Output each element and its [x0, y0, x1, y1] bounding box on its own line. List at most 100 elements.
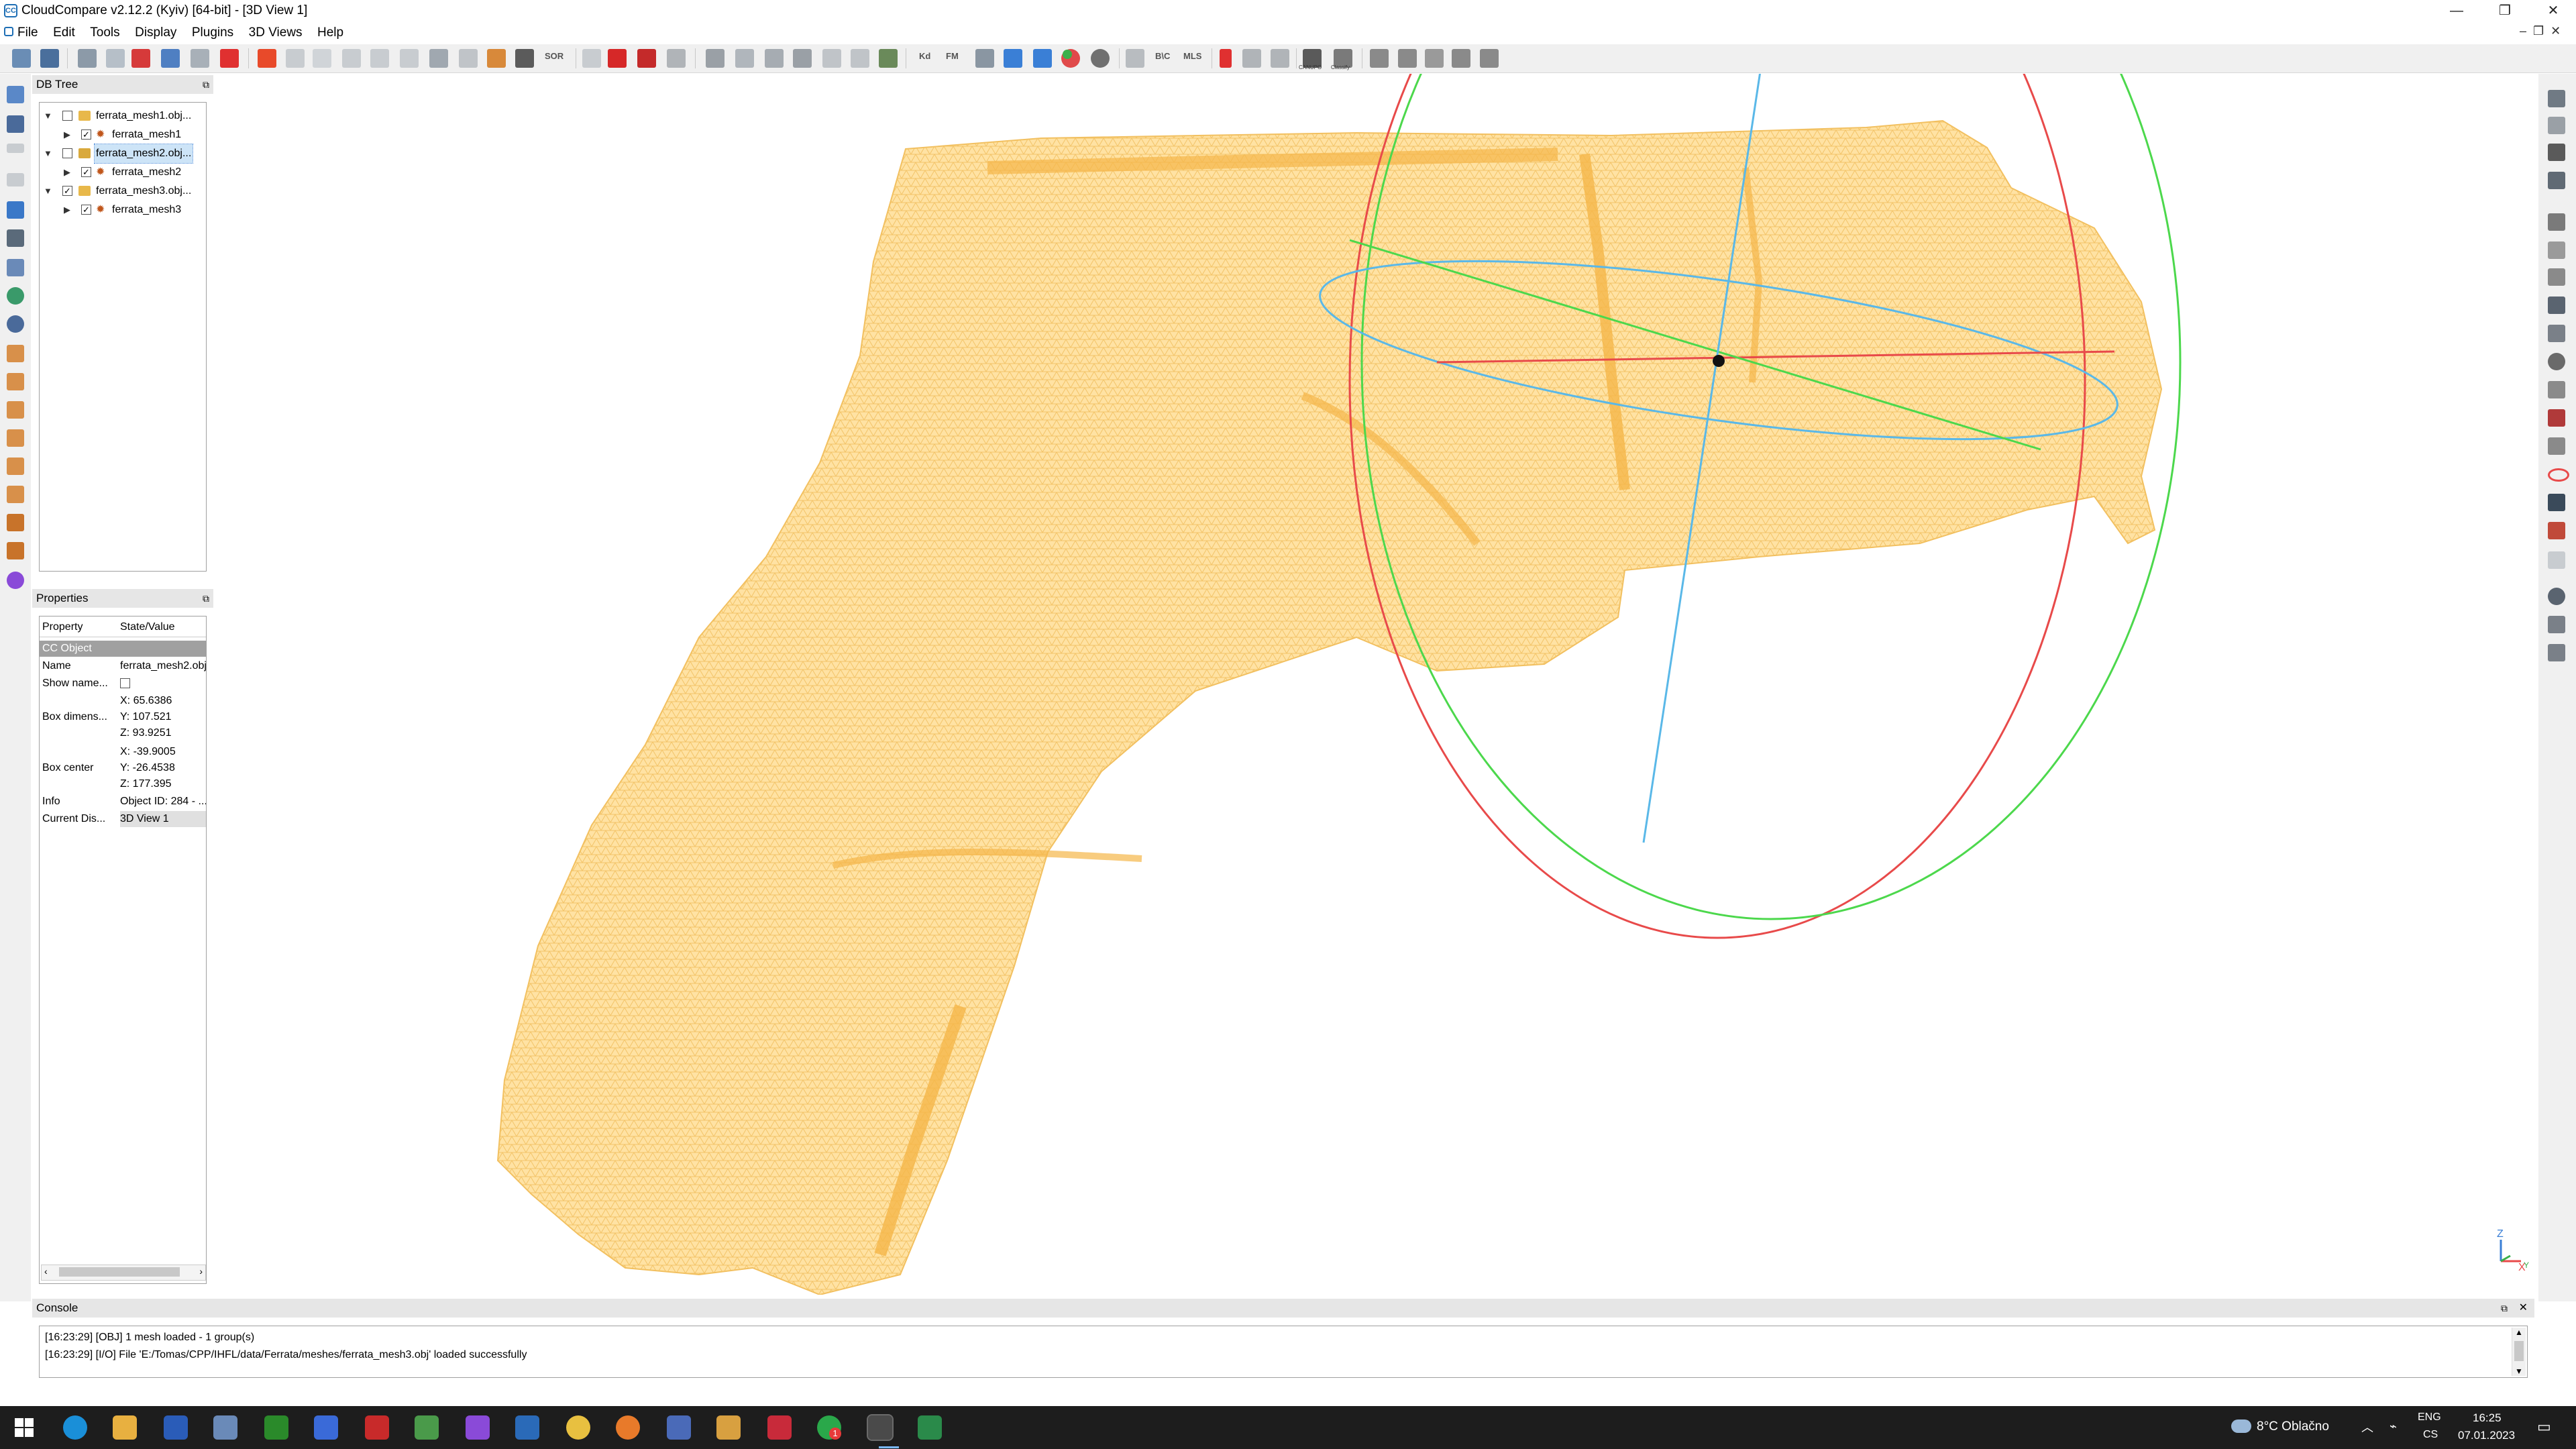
undock-icon[interactable]: ⧉ — [203, 589, 209, 608]
fm-button[interactable]: FM — [946, 51, 959, 61]
tool-icon-z[interactable] — [1271, 49, 1289, 68]
tool-icon-t[interactable] — [975, 49, 994, 68]
scroll-up-icon[interactable]: ▲ — [2515, 1328, 2523, 1337]
lighting-icon[interactable] — [7, 259, 24, 276]
close-icon[interactable]: ✕ — [2519, 1299, 2528, 1318]
plugin-icon-13[interactable] — [2548, 437, 2565, 455]
kd-button[interactable]: Kd — [919, 51, 930, 61]
merge-icon[interactable] — [161, 49, 180, 68]
visual-studio-icon[interactable] — [466, 1415, 490, 1440]
edge-icon[interactable] — [63, 1415, 87, 1440]
mdi-window-controls[interactable]: – ❐ ✕ — [2520, 24, 2561, 38]
plugin-icon-17[interactable] — [2548, 551, 2565, 569]
scroll-thumb[interactable] — [59, 1267, 180, 1277]
camera-icon[interactable] — [7, 115, 24, 133]
3d-scene[interactable]: Z X Y — [216, 74, 2538, 1295]
tool-icon-p[interactable] — [793, 49, 812, 68]
visibility-checkbox[interactable] — [62, 111, 72, 121]
chrome-icon[interactable] — [566, 1415, 590, 1440]
undock-icon[interactable]: ⧉ — [203, 75, 209, 94]
chevron-down-icon[interactable]: ▼ — [44, 182, 53, 201]
mountain-icon-3[interactable] — [1425, 49, 1444, 68]
pivot-icon[interactable] — [7, 201, 24, 219]
tool-icon-s[interactable] — [879, 49, 898, 68]
plugin-icon-7[interactable] — [2548, 268, 2565, 286]
tool-icon-b[interactable] — [313, 49, 331, 68]
show-name-checkbox[interactable] — [120, 678, 130, 688]
mountain-icon-4[interactable] — [1452, 49, 1470, 68]
view-iso-back-icon[interactable] — [7, 542, 24, 559]
chevron-down-icon[interactable]: ▼ — [44, 144, 53, 163]
tree-item-mesh3[interactable]: ▶ ✓ ✹ ferrata_mesh3 — [40, 201, 206, 219]
tool-icon-g[interactable] — [459, 49, 478, 68]
pick-rotation-center-icon[interactable] — [78, 49, 97, 68]
language-top[interactable]: ENG — [2418, 1411, 2441, 1424]
excel-icon[interactable] — [918, 1415, 942, 1440]
tool-icon-n[interactable] — [735, 49, 754, 68]
visibility-checkbox[interactable]: ✓ — [81, 167, 91, 177]
visibility-checkbox[interactable]: ✓ — [81, 205, 91, 215]
restore-button[interactable]: ❐ — [2485, 0, 2525, 21]
tool-icon-i[interactable] — [582, 49, 601, 68]
notifications-icon[interactable]: ▭ — [2537, 1418, 2551, 1436]
tool-icon-d[interactable] — [370, 49, 389, 68]
tool-icon-y[interactable] — [1242, 49, 1261, 68]
zoom-fit-icon[interactable] — [7, 287, 24, 305]
sample-points-icon[interactable] — [258, 49, 276, 68]
ellipse-icon[interactable] — [2548, 468, 2569, 482]
perspective-icon[interactable] — [7, 229, 24, 247]
plugin-icon-10[interactable] — [2548, 353, 2565, 370]
tree-item-mesh2[interactable]: ▶ ✓ ✹ ferrata_mesh2 — [40, 163, 206, 182]
clock-time[interactable]: 16:25 — [2473, 1411, 2502, 1425]
prop-value[interactable]: ferrata_mesh2.obj — [120, 658, 206, 674]
delete-icon[interactable] — [220, 49, 239, 68]
hide-show-icon[interactable] — [7, 144, 24, 153]
cloudcompare-taskbar-icon[interactable] — [867, 1414, 894, 1441]
plugin-icon-20[interactable] — [2548, 644, 2565, 661]
chevron-down-icon[interactable]: ▼ — [44, 107, 53, 125]
visibility-checkbox[interactable]: ✓ — [62, 186, 72, 196]
list-icon[interactable] — [106, 49, 125, 68]
3d-view[interactable]: Z X Y — [216, 74, 2538, 1295]
app-icon-5[interactable] — [213, 1415, 237, 1440]
plugin-icon-2[interactable] — [2548, 117, 2565, 134]
acrobat-icon[interactable] — [365, 1415, 389, 1440]
plus-icon[interactable] — [7, 173, 24, 186]
csf-filter-icon[interactable] — [2548, 172, 2565, 189]
tool-icon-k[interactable] — [637, 49, 656, 68]
mls-button[interactable]: MLS — [1183, 51, 1201, 61]
tool-icon-h[interactable] — [487, 49, 506, 68]
view-back-icon[interactable] — [7, 429, 24, 447]
plugin-icon-19[interactable] — [2548, 616, 2565, 633]
plugin-icon-5[interactable] — [2548, 213, 2565, 231]
mountain-icon-1[interactable] — [1370, 49, 1389, 68]
tool-icon-v[interactable] — [1033, 49, 1052, 68]
save-icon[interactable] — [40, 49, 59, 68]
menu-help[interactable]: Help — [317, 21, 343, 44]
tool-icon-u[interactable] — [1004, 49, 1022, 68]
menu-tools[interactable]: Tools — [90, 21, 119, 44]
pdf-editor-icon[interactable] — [767, 1415, 792, 1440]
outlook-icon[interactable] — [314, 1415, 338, 1440]
tool-icon-j[interactable] — [608, 49, 627, 68]
view-bottom-icon[interactable] — [7, 486, 24, 503]
vertical-scrollbar[interactable]: ▲ ▼ — [2512, 1328, 2526, 1376]
menu-plugins[interactable]: Plugins — [192, 21, 233, 44]
open-icon[interactable] — [12, 49, 31, 68]
close-button[interactable]: ✕ — [2533, 0, 2573, 21]
mountain-icon-5[interactable] — [1480, 49, 1499, 68]
menu-3d-views[interactable]: 3D Views — [249, 21, 303, 44]
menu-display[interactable]: Display — [135, 21, 176, 44]
plugin-icon-12[interactable] — [2548, 409, 2565, 427]
file-explorer-icon[interactable] — [113, 1415, 137, 1440]
scroll-left-icon[interactable]: ‹ — [44, 1266, 48, 1277]
plugin-icon-16[interactable] — [2548, 522, 2565, 539]
network-icon[interactable]: ⌁ — [2390, 1419, 2397, 1434]
plugin-icon-18[interactable] — [2548, 588, 2565, 605]
clock-date[interactable]: 07.01.2023 — [2458, 1429, 2515, 1442]
view-top-icon[interactable] — [7, 345, 24, 362]
plugin-icon-8[interactable] — [2548, 297, 2565, 314]
plugin-icon-15[interactable] — [2548, 494, 2565, 511]
translate-rotate-icon[interactable] — [131, 49, 150, 68]
view-iso-front-icon[interactable] — [7, 514, 24, 531]
